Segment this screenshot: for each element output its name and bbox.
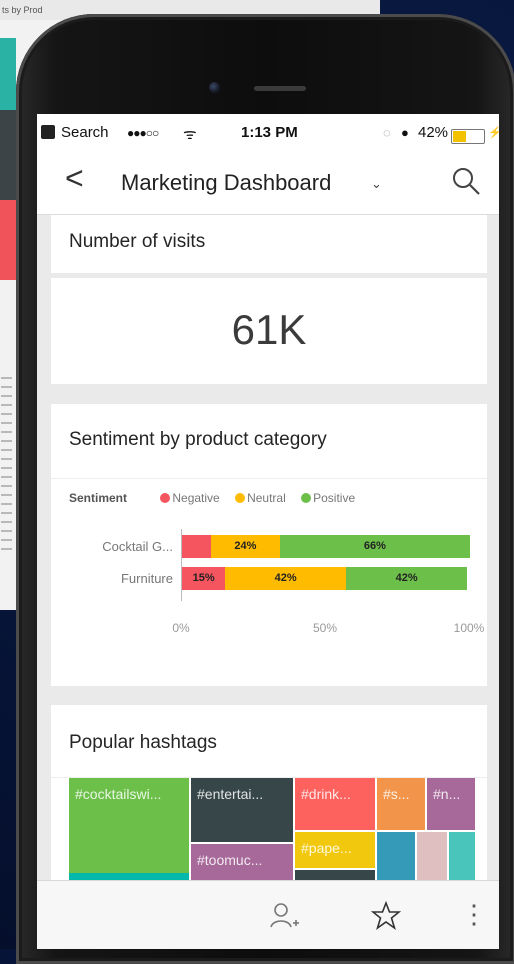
- charging-icon: ⚡: [488, 127, 499, 139]
- phone-screen: Search ●●●○○ ᯤ 1:13 PM ◌ ● 42% ⚡ < Marke…: [37, 114, 499, 949]
- treemap-tile[interactable]: #entertai...: [191, 778, 293, 842]
- treemap-tile[interactable]: #drink...: [295, 778, 375, 830]
- status-bar: Search ●●●○○ ᯤ 1:13 PM ◌ ● 42% ⚡: [37, 114, 499, 150]
- earpiece-speaker: [254, 86, 306, 91]
- treemap-tile[interactable]: [377, 832, 415, 885]
- legend-positive-swatch: [301, 493, 312, 503]
- x-tick-label: 0%: [172, 621, 190, 635]
- more-icon[interactable]: ⋮: [461, 899, 487, 930]
- bar-segment-negative[interactable]: [182, 535, 211, 558]
- stacked-bar-plot: Cocktail G... 24% 66% Furniture 15% 42% 42% 0% 5…: [51, 529, 487, 649]
- visits-card-title: Number of visits: [69, 231, 206, 252]
- legend-neutral-swatch: [235, 493, 246, 503]
- hashtags-card-title: Popular hashtags: [69, 732, 217, 753]
- hashtags-treemap: #cocktailswi... #entertai... #toomuc... …: [69, 778, 475, 885]
- alarm-icon: ●: [401, 125, 409, 140]
- sentiment-card-title: Sentiment by product category: [69, 429, 327, 450]
- person-add-icon[interactable]: [269, 901, 299, 931]
- back-button[interactable]: <: [65, 162, 84, 194]
- bar-segment-positive[interactable]: 42%: [346, 567, 468, 590]
- treemap-tile[interactable]: #n...: [427, 778, 475, 830]
- app-header: < Marketing Dashboard ⌄: [37, 150, 499, 215]
- treemap-tile[interactable]: #s...: [377, 778, 425, 830]
- legend-negative-swatch: [160, 493, 171, 503]
- search-icon[interactable]: [451, 166, 481, 196]
- front-camera: [209, 82, 220, 93]
- treemap-tile[interactable]: #pape...: [295, 832, 375, 868]
- treemap-tile[interactable]: [449, 832, 475, 885]
- background-red-strip: [0, 200, 16, 280]
- battery-fill: [453, 131, 466, 142]
- sentiment-chart-card[interactable]: Sentiment by product category Sentiment …: [51, 404, 487, 686]
- background-teal-strip: [0, 38, 16, 110]
- visits-title-tile[interactable]: Number of visits: [51, 215, 487, 273]
- treemap-tile[interactable]: [417, 832, 447, 885]
- rotation-lock-icon: ◌: [383, 125, 391, 140]
- hashtags-card[interactable]: Popular hashtags #cocktailswi... #entert…: [51, 705, 487, 885]
- background-text-lines: [0, 370, 16, 550]
- legend-negative-label[interactable]: Negative: [172, 491, 219, 505]
- treemap-tile[interactable]: #toomuc...: [191, 844, 293, 885]
- background-dark-strip: [0, 110, 16, 200]
- star-icon[interactable]: [371, 901, 401, 931]
- back-to-app-icon[interactable]: [41, 125, 55, 139]
- bar-segment-negative[interactable]: 15%: [182, 567, 226, 590]
- visits-kpi-value: 61K: [231, 306, 307, 353]
- legend-neutral-label[interactable]: Neutral: [247, 491, 286, 505]
- bar-segment-neutral[interactable]: 42%: [225, 567, 347, 590]
- chart-legend: Sentiment Negative Neutral Positive: [69, 491, 355, 505]
- category-label: Cocktail G...: [102, 539, 173, 554]
- card-divider: [51, 478, 487, 479]
- legend-positive-label[interactable]: Positive: [313, 491, 355, 505]
- page-title[interactable]: Marketing Dashboard: [121, 170, 331, 196]
- treemap-tile[interactable]: #cocktailswi...: [69, 778, 189, 873]
- battery-icon: [451, 129, 485, 144]
- bar-segment-positive[interactable]: 66%: [279, 535, 470, 558]
- wifi-icon: ᯤ: [183, 126, 197, 143]
- x-tick-label: 100%: [453, 621, 485, 635]
- bar-segment-neutral[interactable]: 24%: [210, 535, 280, 558]
- bottom-toolbar: ⋮: [37, 880, 499, 949]
- carrier-label[interactable]: Search: [61, 124, 109, 141]
- chevron-down-icon[interactable]: ⌄: [371, 176, 382, 192]
- signal-icon: ●●●○○: [127, 126, 159, 140]
- legend-title: Sentiment: [69, 491, 128, 505]
- x-tick-label: 50%: [312, 621, 338, 635]
- battery-percent: 42%: [418, 124, 449, 141]
- category-label: Furniture: [120, 571, 173, 586]
- visits-kpi-tile[interactable]: 61K: [51, 278, 487, 384]
- status-time: 1:13 PM: [241, 124, 298, 141]
